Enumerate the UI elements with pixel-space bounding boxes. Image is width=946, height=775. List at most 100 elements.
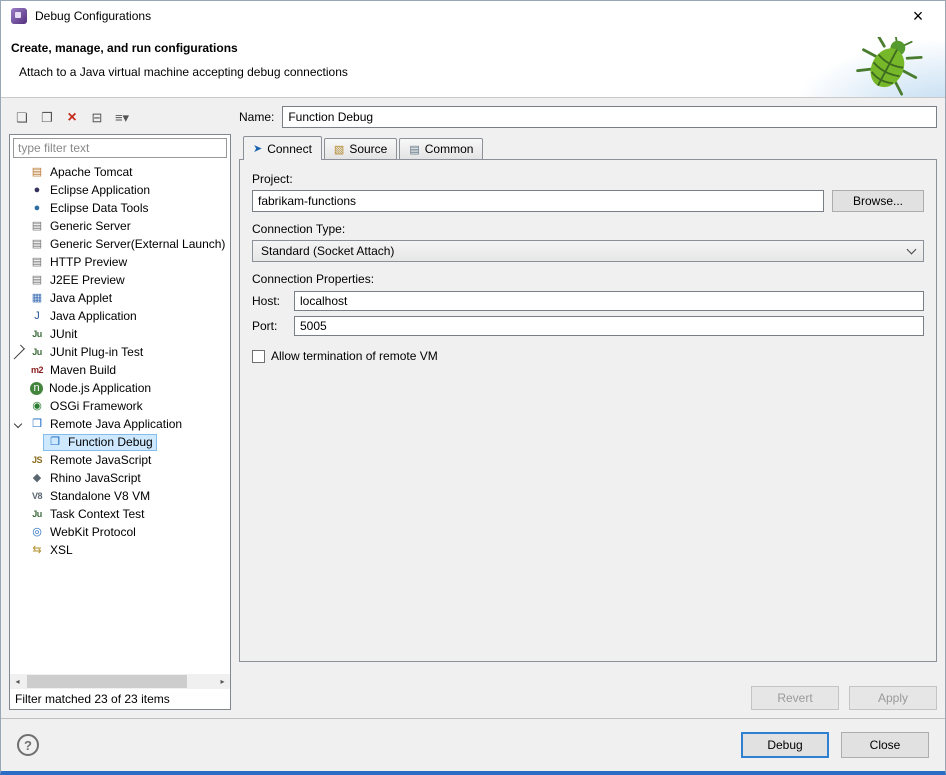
java-application-icon: J <box>29 308 45 324</box>
tree-item-label: Generic Server <box>50 219 131 233</box>
tree-item-label: WebKit Protocol <box>50 525 136 539</box>
tab-label: Common <box>425 142 474 156</box>
tree-item-label: Standalone V8 VM <box>50 489 150 503</box>
apache-tomcat-icon: ▤ <box>29 164 45 180</box>
question-icon: ? <box>24 738 32 753</box>
filter-menu-button[interactable]: ≡▾ <box>111 108 133 128</box>
tree-item[interactable]: n Node.js Application <box>10 379 230 397</box>
tree-item-label: Remote Java Application <box>50 417 182 431</box>
close-button[interactable]: Close <box>841 732 929 758</box>
delete-config-button[interactable]: × <box>61 108 83 128</box>
tree-item[interactable]: JuJUnit Plug-in Test <box>10 343 230 361</box>
main-area: ❏❐×⊟≡▾ ▤Apache Tomcat●Eclipse Applicatio… <box>1 98 945 718</box>
chevron-down-icon <box>907 245 917 255</box>
tree-item-label: Apache Tomcat <box>50 165 133 179</box>
allow-termination-checkbox[interactable] <box>252 350 265 363</box>
sidebar-panel: ▤ Apache Tomcat ●Eclipse Application● Eclip… <box>9 134 231 710</box>
filter-input[interactable] <box>13 138 227 158</box>
host-input[interactable] <box>294 291 924 311</box>
tree-item-label: Node.js Application <box>49 381 151 395</box>
tree-item[interactable]: ▦Java Applet <box>10 289 230 307</box>
name-input[interactable] <box>282 106 937 128</box>
collapse-all-button[interactable]: ⊟ <box>86 108 108 128</box>
new-config-button[interactable]: ❏ <box>11 108 33 128</box>
revert-button[interactable]: Revert <box>751 686 839 710</box>
standalone-v8-icon: V8 <box>29 488 45 504</box>
port-label: Port: <box>252 319 286 333</box>
function-debug-icon: ❐ <box>47 434 63 450</box>
generic-server-icon: ▤ <box>29 218 45 234</box>
tab-source[interactable]: ▧Source <box>324 138 397 159</box>
tree-item[interactable]: ❐Remote Java Application <box>10 415 230 433</box>
connection-type-label: Connection Type: <box>252 222 924 236</box>
tree-item-label: HTTP Preview <box>50 255 127 269</box>
name-label: Name: <box>239 110 274 124</box>
browse-button[interactable]: Browse... <box>832 190 924 212</box>
project-label: Project: <box>252 172 924 186</box>
tree-item[interactable]: ▤ Apache Tomcat <box>10 163 230 181</box>
tree-item-label: Java Application <box>50 309 137 323</box>
tree-item[interactable]: ◉OSGi Framework <box>10 397 230 415</box>
tree-item[interactable]: JuJUnit <box>10 325 230 343</box>
tree-item-label: JUnit Plug-in Test <box>50 345 143 359</box>
tree-item[interactable]: ◆Rhino JavaScript <box>10 469 230 487</box>
project-input[interactable] <box>252 190 824 212</box>
tree-item[interactable]: ●Eclipse Application <box>10 181 230 199</box>
apply-button[interactable]: Apply <box>849 686 937 710</box>
window-title: Debug Configurations <box>35 9 151 23</box>
scroll-right-icon[interactable]: ▸ <box>215 674 230 689</box>
chevron-collapsed-icon[interactable] <box>10 345 25 360</box>
scrollbar-thumb[interactable] <box>27 675 187 688</box>
tree-item[interactable]: ▤ Generic Server <box>10 217 230 235</box>
tabs-bar: ➤Connect▧Source ▤ Common <box>239 136 937 159</box>
bug-image <box>855 37 929 97</box>
nodejs-application-icon: n <box>30 382 43 395</box>
tree-item[interactable]: ▤Generic Server(External Launch) <box>10 235 230 253</box>
help-button[interactable]: ? <box>17 734 39 756</box>
scroll-left-icon[interactable]: ◂ <box>10 674 25 689</box>
duplicate-config-button[interactable]: ❐ <box>36 108 58 128</box>
debug-button[interactable]: Debug <box>741 732 829 758</box>
tree-item[interactable]: m2 Maven Build <box>10 361 230 379</box>
tree-item[interactable]: ▤ J2EE Preview <box>10 271 230 289</box>
eclipse-data-tools-icon: ● <box>29 200 45 216</box>
tab-common[interactable]: ▤ Common <box>399 138 483 159</box>
tree-item-label: Maven Build <box>50 363 116 377</box>
scrollbar-track[interactable] <box>25 674 215 689</box>
close-window-button[interactable]: × <box>901 2 935 30</box>
app-icon <box>11 8 27 24</box>
tree-item[interactable]: ⇆XSL <box>10 541 230 559</box>
debug-configurations-dialog: Debug Configurations × Create, manage, a… <box>0 0 946 775</box>
j2ee-preview-icon: ▤ <box>29 272 45 288</box>
chevron-expanded-icon[interactable] <box>13 420 21 428</box>
tree-item[interactable]: V8 Standalone V8 VM <box>10 487 230 505</box>
source-tab-icon: ▧ <box>334 143 344 156</box>
tree-item[interactable]: JuTask Context Test <box>10 505 230 523</box>
common-tab-icon: ▤ <box>409 143 419 156</box>
tree-item[interactable]: ▤HTTP Preview <box>10 253 230 271</box>
webkit-protocol-icon: ◎ <box>29 524 45 540</box>
tree-item-label: J2EE Preview <box>50 273 125 287</box>
tab-label: Connect <box>267 142 312 156</box>
connection-type-value: Standard (Socket Attach) <box>261 244 394 258</box>
tree-item-label: Eclipse Data Tools <box>50 201 149 215</box>
tree-item-label: Remote JavaScript <box>50 453 151 467</box>
tree-item-label: OSGi Framework <box>50 399 143 413</box>
tab-connect[interactable]: ➤Connect <box>243 136 322 160</box>
tree-item[interactable]: ◎ WebKit Protocol <box>10 523 230 541</box>
banner: Create, manage, and run configurations A… <box>1 31 945 98</box>
maven-build-icon: m2 <box>29 362 45 378</box>
sidebar-toolbar: ❏❐×⊟≡▾ <box>9 106 231 130</box>
sidebar: ❏❐×⊟≡▾ ▤Apache Tomcat●Eclipse Applicatio… <box>9 106 231 710</box>
tree-item[interactable]: JSRemote JavaScript <box>10 451 230 469</box>
tree-item[interactable]: ● Eclipse Data Tools <box>10 199 230 217</box>
generic-server-external-icon: ▤ <box>29 236 45 252</box>
task-context-test-icon: Ju <box>29 506 45 522</box>
tree-item[interactable]: J Java Application <box>10 307 230 325</box>
java-applet-icon: ▦ <box>29 290 45 306</box>
port-input[interactable] <box>294 316 924 336</box>
connection-type-combo[interactable]: Standard (Socket Attach) <box>252 240 924 262</box>
tree-item[interactable]: ❐Function Debug <box>10 433 230 451</box>
tree-hscrollbar[interactable]: ◂ ▸ <box>10 674 230 689</box>
config-tree: ▤ Apache Tomcat ●Eclipse Application● Eclip… <box>10 161 230 674</box>
